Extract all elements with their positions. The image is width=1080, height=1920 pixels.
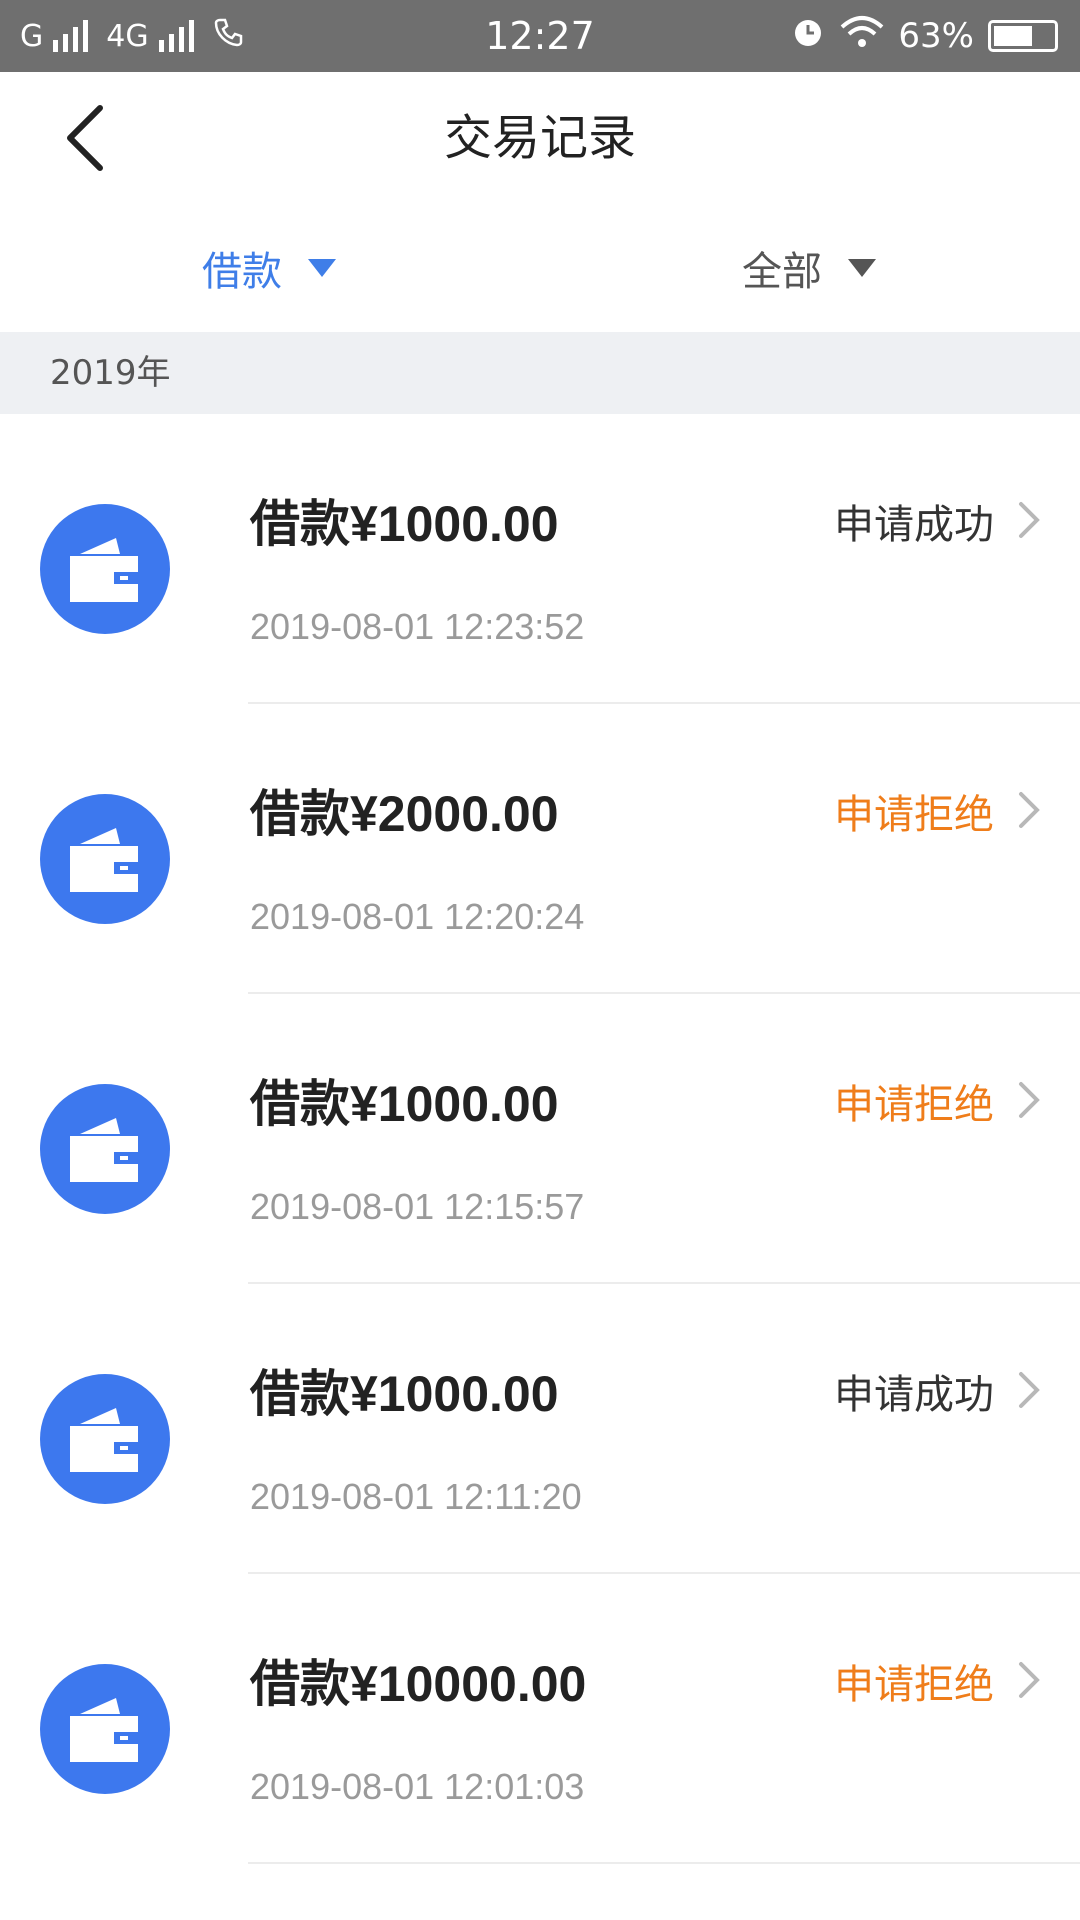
signal-icon: [158, 20, 194, 52]
year-section-header: 2019年: [0, 332, 1080, 414]
call-icon: [212, 16, 244, 56]
battery-icon: [988, 20, 1058, 52]
status-bar: G 4G 12:27 63%: [0, 0, 1080, 72]
wallet-icon: [40, 1664, 170, 1794]
dropdown-triangle-icon: [848, 259, 876, 277]
network-label: 4G: [106, 18, 149, 54]
transaction-row[interactable]: 借款¥1000.00 2019-08-01 12:11:20 申请成功: [0, 1284, 1080, 1574]
transaction-row[interactable]: 借款¥1000.00 2019-08-01 12:23:52 申请成功: [0, 414, 1080, 704]
status-filter-label: 全部: [742, 249, 822, 295]
wallet-icon: [40, 504, 170, 634]
wallet-icon: [40, 1374, 170, 1504]
amount-text: 借款¥10000.00: [250, 1656, 587, 1712]
chevron-right-icon: [1019, 502, 1040, 538]
transaction-row[interactable]: 借款¥1000.00 2019-08-01 12:15:57 申请拒绝: [0, 994, 1080, 1284]
datetime-text: 2019-08-01 12:20:24: [250, 896, 585, 937]
dropdown-triangle-icon: [308, 259, 336, 277]
wallet-icon: [40, 794, 170, 924]
type-filter-dropdown[interactable]: 借款: [202, 204, 336, 332]
datetime-text: 2019-08-01 12:11:20: [250, 1476, 582, 1517]
datetime-text: 2019-08-01 12:01:03: [250, 1766, 585, 1807]
status-text: 申请拒绝: [834, 1082, 994, 1128]
amount-text: 借款¥1000.00: [250, 1366, 559, 1422]
amount-text: 借款¥1000.00: [250, 1076, 559, 1132]
nav-bar: 交易记录: [0, 72, 1080, 204]
amount-text: 借款¥2000.00: [250, 786, 559, 842]
chevron-right-icon: [1019, 792, 1040, 828]
chevron-right-icon: [1019, 1662, 1040, 1698]
wifi-icon: [840, 15, 884, 58]
status-right: 63%: [790, 0, 1058, 72]
type-filter-label: 借款: [202, 249, 282, 295]
wallet-icon: [40, 1084, 170, 1214]
filter-bar: 借款 全部: [0, 204, 1080, 332]
status-text: 申请拒绝: [834, 1662, 994, 1708]
page-title: 交易记录: [443, 110, 636, 166]
alarm-icon: [790, 14, 826, 59]
carrier-label: G: [20, 18, 44, 54]
battery-percent: 63%: [898, 16, 974, 56]
datetime-text: 2019-08-01 12:15:57: [250, 1186, 585, 1227]
chevron-right-icon: [1019, 1372, 1040, 1408]
signal-icon: [53, 20, 89, 52]
back-arrow-icon: [67, 105, 103, 171]
status-left: G 4G: [20, 0, 244, 72]
transaction-row[interactable]: 借款¥10000.00 2019-08-01 12:01:03 申请拒绝: [0, 1574, 1080, 1864]
back-button[interactable]: [56, 100, 116, 176]
status-text: 申请成功: [834, 502, 994, 548]
amount-text: 借款¥1000.00: [250, 496, 559, 552]
chevron-right-icon: [1019, 1082, 1040, 1118]
status-text: 申请拒绝: [834, 792, 994, 838]
transaction-list: 借款¥1000.00 2019-08-01 12:23:52 申请成功 借款¥2…: [0, 414, 1080, 1864]
transaction-row[interactable]: 借款¥2000.00 2019-08-01 12:20:24 申请拒绝: [0, 704, 1080, 994]
status-text: 申请成功: [834, 1372, 994, 1418]
status-filter-dropdown[interactable]: 全部: [742, 204, 876, 332]
datetime-text: 2019-08-01 12:23:52: [250, 606, 585, 647]
